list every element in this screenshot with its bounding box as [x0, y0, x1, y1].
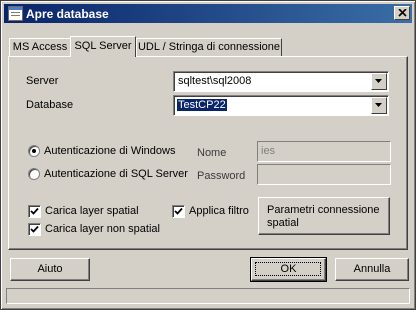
chevron-down-icon — [375, 103, 382, 107]
tab-label: MS Access — [12, 41, 68, 53]
server-label: Server — [26, 75, 59, 87]
check-icon — [30, 207, 39, 215]
check-icon — [174, 207, 183, 215]
server-select[interactable]: sqltest\sql2008 — [173, 71, 389, 92]
name-label: Nome — [197, 147, 227, 159]
password-label: Password — [197, 170, 246, 182]
focus-rectangle — [255, 262, 321, 276]
close-icon — [398, 9, 407, 17]
database-select[interactable]: TestCP22 — [173, 95, 389, 116]
database-dropdown-button[interactable] — [371, 97, 387, 114]
name-value: ies — [261, 145, 276, 157]
server-dropdown-button[interactable] — [371, 73, 387, 90]
window-title: Apre database — [26, 7, 109, 21]
load-nonspatial-checkbox[interactable] — [28, 223, 41, 236]
check-icon — [30, 225, 39, 233]
status-bar — [6, 288, 410, 304]
cancel-button[interactable]: Annulla — [335, 258, 409, 281]
button-label-line1: Parametri connessione — [267, 204, 380, 216]
cancel-label: Annulla — [353, 263, 391, 275]
database-label: Database — [26, 99, 74, 111]
database-value: TestCP22 — [177, 99, 227, 111]
dialog-window: Apre database MS Access SQL Server UDL /… — [0, 0, 416, 310]
server-value: sqltest\sql2008 — [178, 75, 252, 87]
load-nonspatial-label[interactable]: Carica layer non spatial — [45, 223, 160, 235]
sql-auth-label[interactable]: Autenticazione di SQL Server — [44, 168, 188, 180]
close-button[interactable] — [394, 6, 410, 20]
sql-server-panel: Server sqltest\sql2008 Database TestCP22… — [8, 56, 408, 250]
windows-auth-label[interactable]: Autenticazione di Windows — [44, 145, 175, 157]
sql-auth-radio[interactable] — [28, 168, 40, 180]
tab-sql-server[interactable]: SQL Server — [70, 36, 136, 57]
ok-button[interactable]: OK — [250, 257, 327, 282]
name-field[interactable]: ies — [257, 141, 391, 162]
tab-ms-access[interactable]: MS Access — [9, 38, 71, 56]
help-button[interactable]: Aiuto — [10, 258, 90, 281]
tab-udl-connection-string[interactable]: UDL / Stringa di connessione — [136, 38, 282, 56]
title-bar[interactable]: Apre database — [4, 4, 412, 23]
database-window-icon — [8, 6, 23, 21]
load-spatial-label[interactable]: Carica layer spatial — [45, 205, 139, 217]
button-label-line2: spatial — [267, 217, 299, 229]
spatial-connection-params-button[interactable]: Parametri connessione spatial — [258, 197, 390, 235]
windows-auth-radio[interactable] — [28, 145, 40, 157]
load-spatial-checkbox[interactable] — [28, 205, 41, 218]
apply-filter-label[interactable]: Applica filtro — [189, 205, 249, 217]
password-field[interactable] — [257, 164, 391, 185]
help-label: Aiuto — [37, 263, 63, 275]
tab-label: UDL / Stringa di connessione — [137, 41, 281, 53]
chevron-down-icon — [375, 79, 382, 83]
apply-filter-checkbox[interactable] — [172, 205, 185, 218]
tab-label: SQL Server — [74, 40, 132, 52]
